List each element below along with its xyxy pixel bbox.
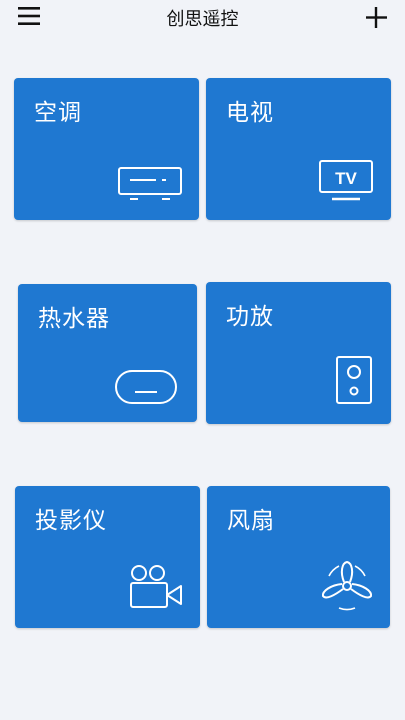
- device-card-water-heater[interactable]: 热水器: [18, 284, 197, 422]
- top-bar: 创思遥控: [0, 0, 405, 36]
- device-label: 风扇: [227, 508, 275, 534]
- page-title: 创思遥控: [166, 9, 239, 30]
- speaker-icon: [336, 356, 372, 404]
- water-heater-icon: [115, 370, 177, 404]
- device-label: 功放: [226, 304, 274, 330]
- video-camera-icon: [130, 565, 182, 608]
- device-card-projector[interactable]: 投影仪: [15, 486, 200, 628]
- device-card-air-conditioner[interactable]: 空调: [14, 78, 199, 220]
- air-conditioner-icon: [118, 167, 182, 200]
- device-label: 投影仪: [35, 508, 107, 534]
- device-card-amplifier[interactable]: 功放: [206, 282, 391, 424]
- device-label: 电视: [226, 100, 274, 126]
- plus-icon[interactable]: [363, 4, 389, 30]
- tv-icon: TV: [319, 160, 373, 201]
- device-card-fan[interactable]: 风扇: [207, 486, 390, 628]
- device-label: 热水器: [38, 306, 110, 332]
- device-label: 空调: [34, 100, 82, 126]
- fan-icon: [321, 561, 373, 611]
- device-card-tv[interactable]: 电视 TV: [206, 78, 391, 220]
- svg-text:TV: TV: [335, 169, 357, 188]
